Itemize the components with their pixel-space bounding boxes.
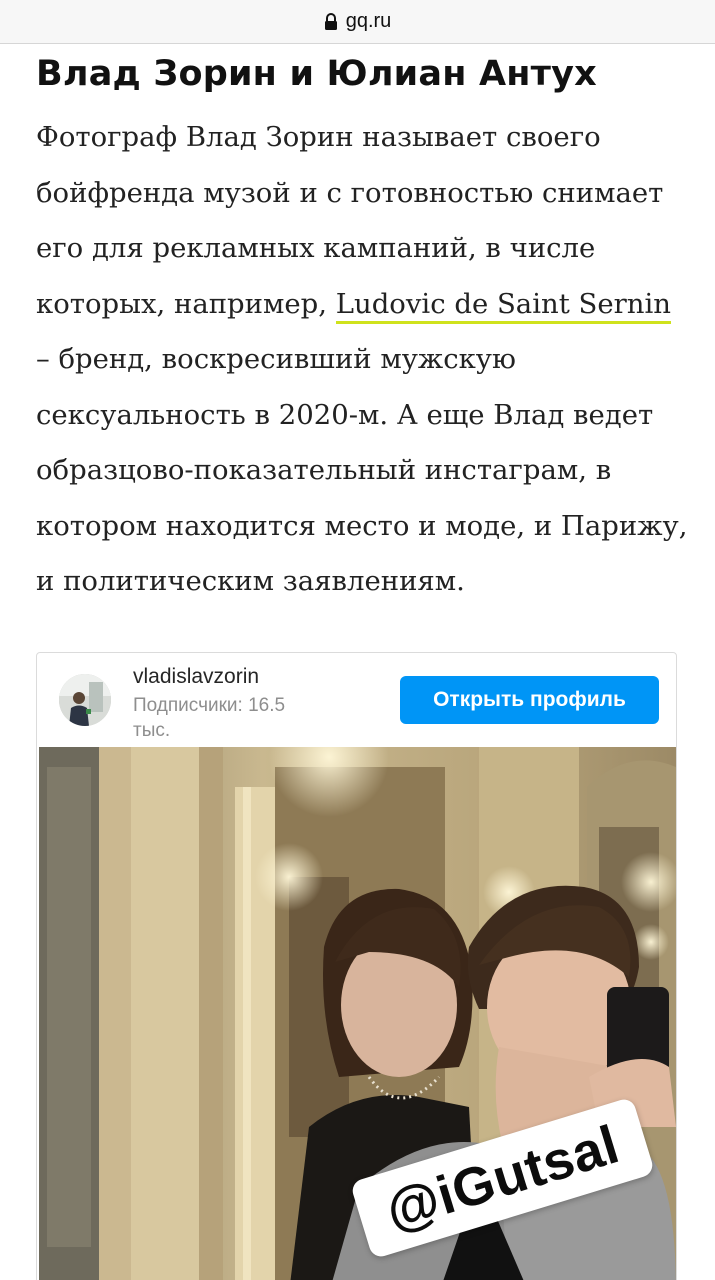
- paragraph-text: которых, например,: [36, 287, 336, 320]
- paragraph-line: котором находится место и моде, и Парижу…: [36, 509, 688, 542]
- followers-line: Подписчики: 16.5: [133, 695, 286, 716]
- article-paragraph: Фотограф Влад Зорин называет своего бойф…: [36, 110, 696, 610]
- browser-url-bar[interactable]: gq.ru: [0, 0, 715, 44]
- paragraph-line: сексуальность в 2020-м. А еще Влад ведет: [36, 398, 654, 431]
- lock-icon: [324, 12, 338, 31]
- paragraph-line: Фотограф Влад Зорин называет своего: [36, 121, 601, 153]
- url-text: gq.ru: [345, 10, 392, 32]
- avatar[interactable]: [59, 674, 111, 726]
- instagram-embed-header: vladislavzorin Подписчики: 16.5 тыс. Отк…: [37, 653, 676, 747]
- paragraph-line: и политическим заявлениям.: [36, 565, 465, 597]
- article-headline: Влад Зорин и Юлиан Антух: [36, 54, 597, 94]
- followers-line: тыс.: [133, 720, 171, 741]
- paragraph-line-with-link: которых, например, Ludovic de Saint Sern…: [36, 277, 696, 333]
- paragraph-line: образцово-показательный инстаграм, в: [36, 454, 612, 486]
- paragraph-line: – бренд, воскресивший мужскую: [36, 343, 516, 375]
- paragraph-line: его для рекламных кампаний, в числе: [36, 232, 596, 264]
- url-display[interactable]: gq.ru: [324, 10, 392, 33]
- brand-link[interactable]: Ludovic de Saint Sernin: [335, 287, 671, 324]
- instagram-username[interactable]: vladislavzorin: [133, 665, 259, 689]
- instagram-followers-count: Подписчики: 16.5 тыс.: [133, 693, 333, 743]
- open-profile-button[interactable]: Открыть профиль: [400, 676, 659, 724]
- paragraph-line: бойфренда музой и с готовностью снимает: [36, 176, 664, 209]
